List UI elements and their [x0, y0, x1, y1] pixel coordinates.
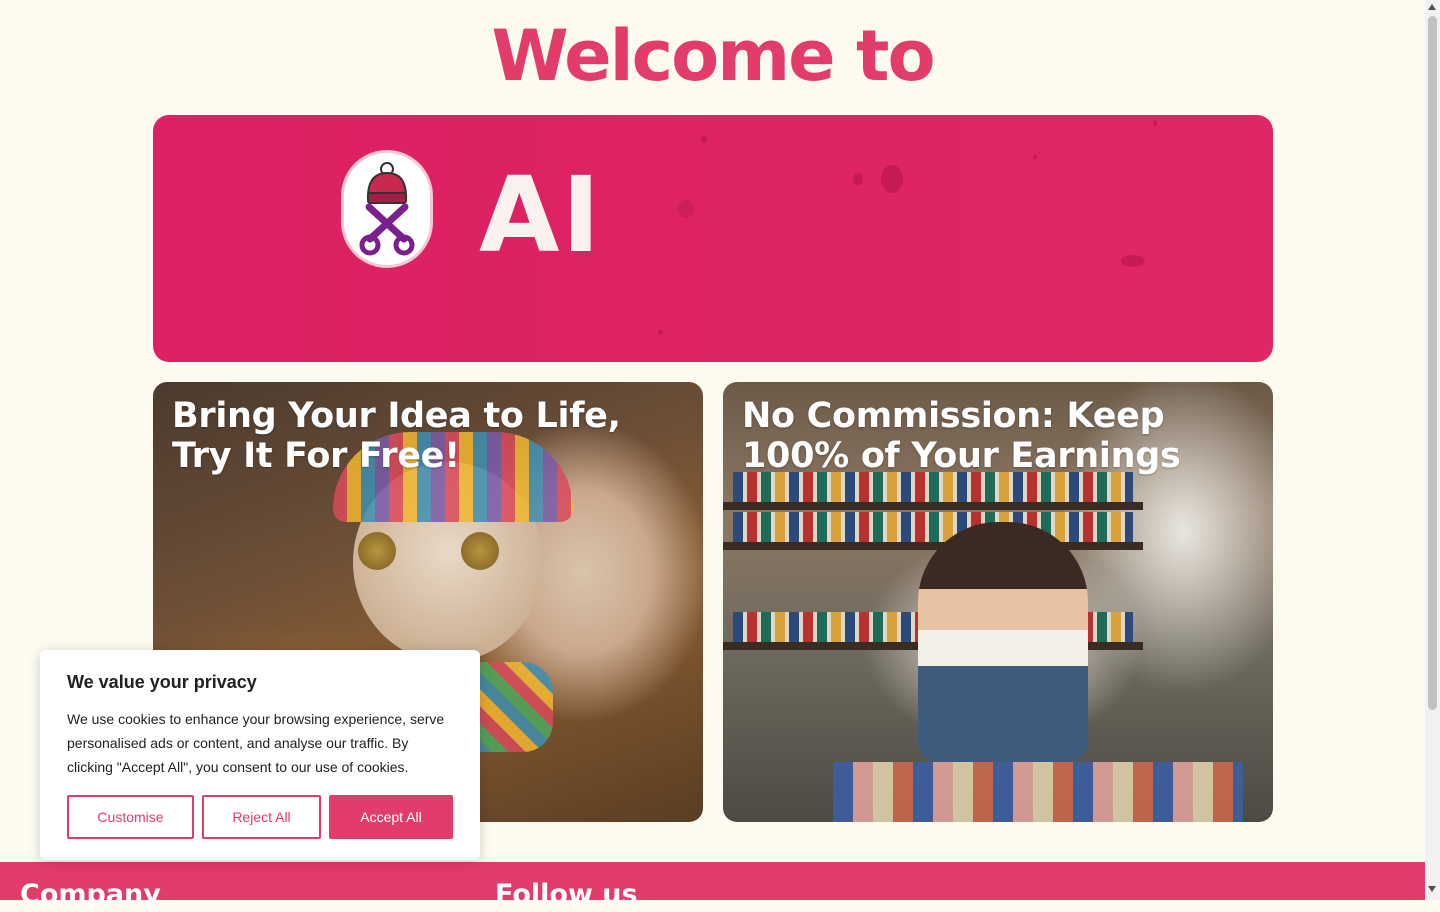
footer-follow-heading: Follow us: [495, 879, 638, 910]
vertical-scrollbar[interactable]: [1425, 0, 1440, 900]
accept-all-button[interactable]: Accept All: [329, 795, 453, 839]
card-title: No Commission: Keep 100% of Your Earning…: [742, 396, 1181, 476]
scroll-up-icon[interactable]: [1428, 4, 1436, 10]
reject-all-button[interactable]: Reject All: [202, 795, 321, 839]
logo-text: AI: [479, 154, 603, 276]
scrollbar-thumb[interactable]: [1428, 16, 1437, 710]
logo-badge: [341, 150, 433, 268]
hero-banner: AI: [153, 115, 1273, 362]
hat-scissors-icon: [359, 162, 415, 256]
cookie-title: We value your privacy: [67, 672, 257, 692]
footer: Company Follow us: [0, 862, 1425, 910]
cookie-consent-banner: We value your privacy We use cookies to …: [40, 650, 480, 860]
welcome-heading: Welcome to: [491, 15, 935, 97]
customise-button[interactable]: Customise: [67, 795, 194, 839]
card-title: Bring Your Idea to Life, Try It For Free…: [172, 396, 621, 476]
footer-company-heading: Company: [20, 879, 161, 910]
card-no-commission[interactable]: No Commission: Keep 100% of Your Earning…: [723, 382, 1273, 822]
scroll-down-icon[interactable]: [1428, 886, 1436, 892]
page: Welcome to AI Bring Your Idea to Life, T…: [0, 0, 1425, 910]
cookie-text: We use cookies to enhance your browsing …: [67, 711, 445, 775]
